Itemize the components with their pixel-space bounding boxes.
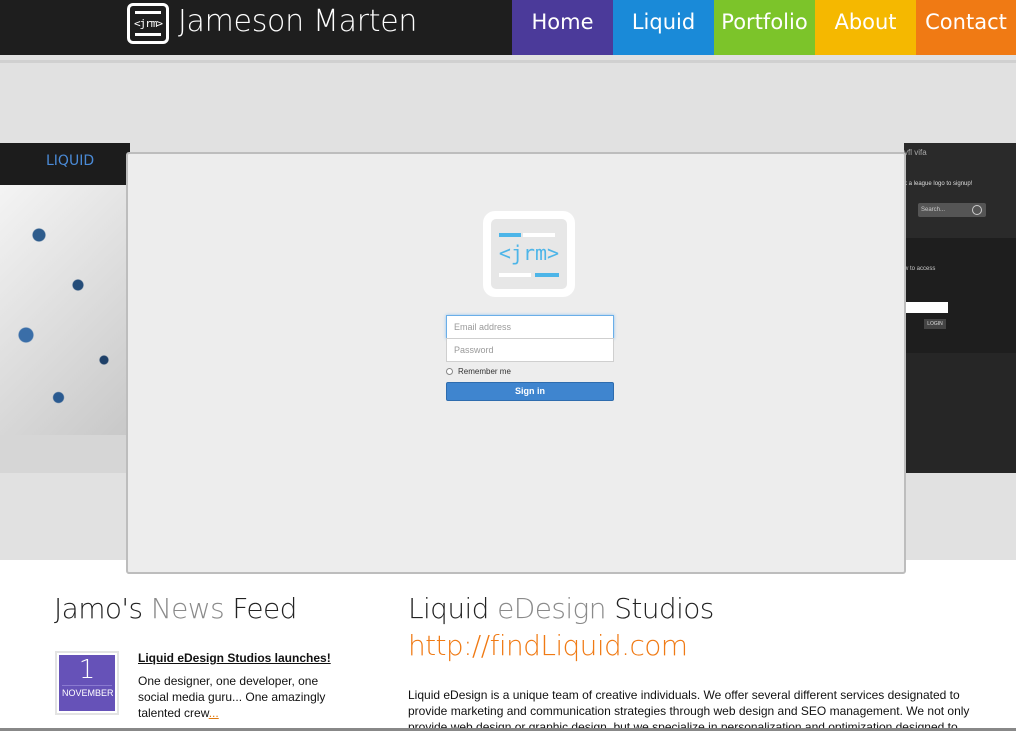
studio-heading: Liquid eDesign Studios xyxy=(408,592,714,625)
logo-tile: <jrm> xyxy=(491,219,567,289)
search-icon xyxy=(972,205,982,215)
logo-text: <jrm> xyxy=(133,17,163,30)
logo-bar xyxy=(499,233,521,237)
slide-header: LIQUID xyxy=(0,143,130,185)
studio-title-prefix: Liquid xyxy=(408,592,489,625)
nav-portfolio[interactable]: Portfolio xyxy=(714,0,815,55)
date-month: NOVEMBER xyxy=(62,685,114,700)
site-logo[interactable]: <jrm> xyxy=(127,3,169,44)
access-text: w to access xyxy=(904,266,936,272)
logo-bar xyxy=(499,273,531,277)
remember-checkbox[interactable] xyxy=(446,368,453,375)
slide-body xyxy=(904,353,1016,473)
slide-liquid-preview[interactable]: LIQUID xyxy=(0,143,130,473)
hero-slider: LIQUID vfl vifa k a league logo to signu… xyxy=(0,55,1016,574)
studio-website-link[interactable]: http://findLiquid.com xyxy=(408,629,688,662)
news-title-highlight: News xyxy=(150,592,225,625)
jrm-logo-icon: <jrm> xyxy=(483,211,575,297)
remember-me[interactable]: Remember me xyxy=(446,367,511,376)
site-title[interactable]: Jameson Marten xyxy=(178,4,417,39)
date-badge: 1 NOVEMBER xyxy=(55,651,119,715)
logo-bar xyxy=(535,273,559,277)
signup-text: k a league logo to signup! xyxy=(904,181,973,187)
news-title-suffix: Feed xyxy=(232,592,297,625)
nav-liquid[interactable]: Liquid xyxy=(613,0,714,55)
news-post-title-link[interactable]: Liquid eDesign Studios launches! xyxy=(138,651,331,665)
league-logo-vifa: vifa xyxy=(914,148,927,157)
excerpt-text: One designer, one developer, one social … xyxy=(138,674,326,720)
logo-line xyxy=(135,11,161,14)
liquid-brand-logo: LIQUID xyxy=(46,153,95,169)
preview-login-button: LOGIN xyxy=(924,319,946,329)
logo-bar xyxy=(523,233,555,237)
logo-mark: <jrm> xyxy=(498,241,560,265)
news-post-excerpt: One designer, one developer, one social … xyxy=(138,673,348,721)
paint-splatter-image xyxy=(0,185,130,435)
studio-title-highlight: eDesign xyxy=(497,592,606,625)
logo-line xyxy=(135,33,161,36)
league-logos: vfl vifa xyxy=(904,148,927,157)
read-more-link[interactable]: ... xyxy=(209,706,219,720)
studio-description: Liquid eDesign is a unique team of creat… xyxy=(408,688,970,731)
sign-in-button[interactable]: Sign in xyxy=(446,382,614,401)
login-slide: <jrm> Email address Password Remember me… xyxy=(126,152,906,574)
slide-header: vfl vifa k a league logo to signup! Sear… xyxy=(904,143,1016,238)
slide-league-preview[interactable]: vfl vifa k a league logo to signup! Sear… xyxy=(904,143,1016,473)
preview-field xyxy=(904,302,948,313)
nav-home[interactable]: Home xyxy=(512,0,613,60)
news-feed-heading: Jamo's News Feed xyxy=(54,592,297,625)
top-bar: <jrm> Jameson Marten Home Liquid Portfol… xyxy=(0,0,1016,60)
email-field[interactable]: Email address xyxy=(446,315,614,339)
nav-contact[interactable]: Contact xyxy=(916,0,1016,55)
nav-about[interactable]: About xyxy=(815,0,916,55)
password-field[interactable]: Password xyxy=(446,338,614,362)
remember-label: Remember me xyxy=(458,367,511,376)
news-title-prefix: Jamo's xyxy=(54,592,143,625)
date-day: 1 xyxy=(78,655,96,685)
slide-footer xyxy=(0,435,130,473)
date-badge-tile: 1 NOVEMBER xyxy=(59,655,115,711)
studio-title-suffix: Studios xyxy=(614,592,714,625)
hero-divider xyxy=(0,60,1016,63)
